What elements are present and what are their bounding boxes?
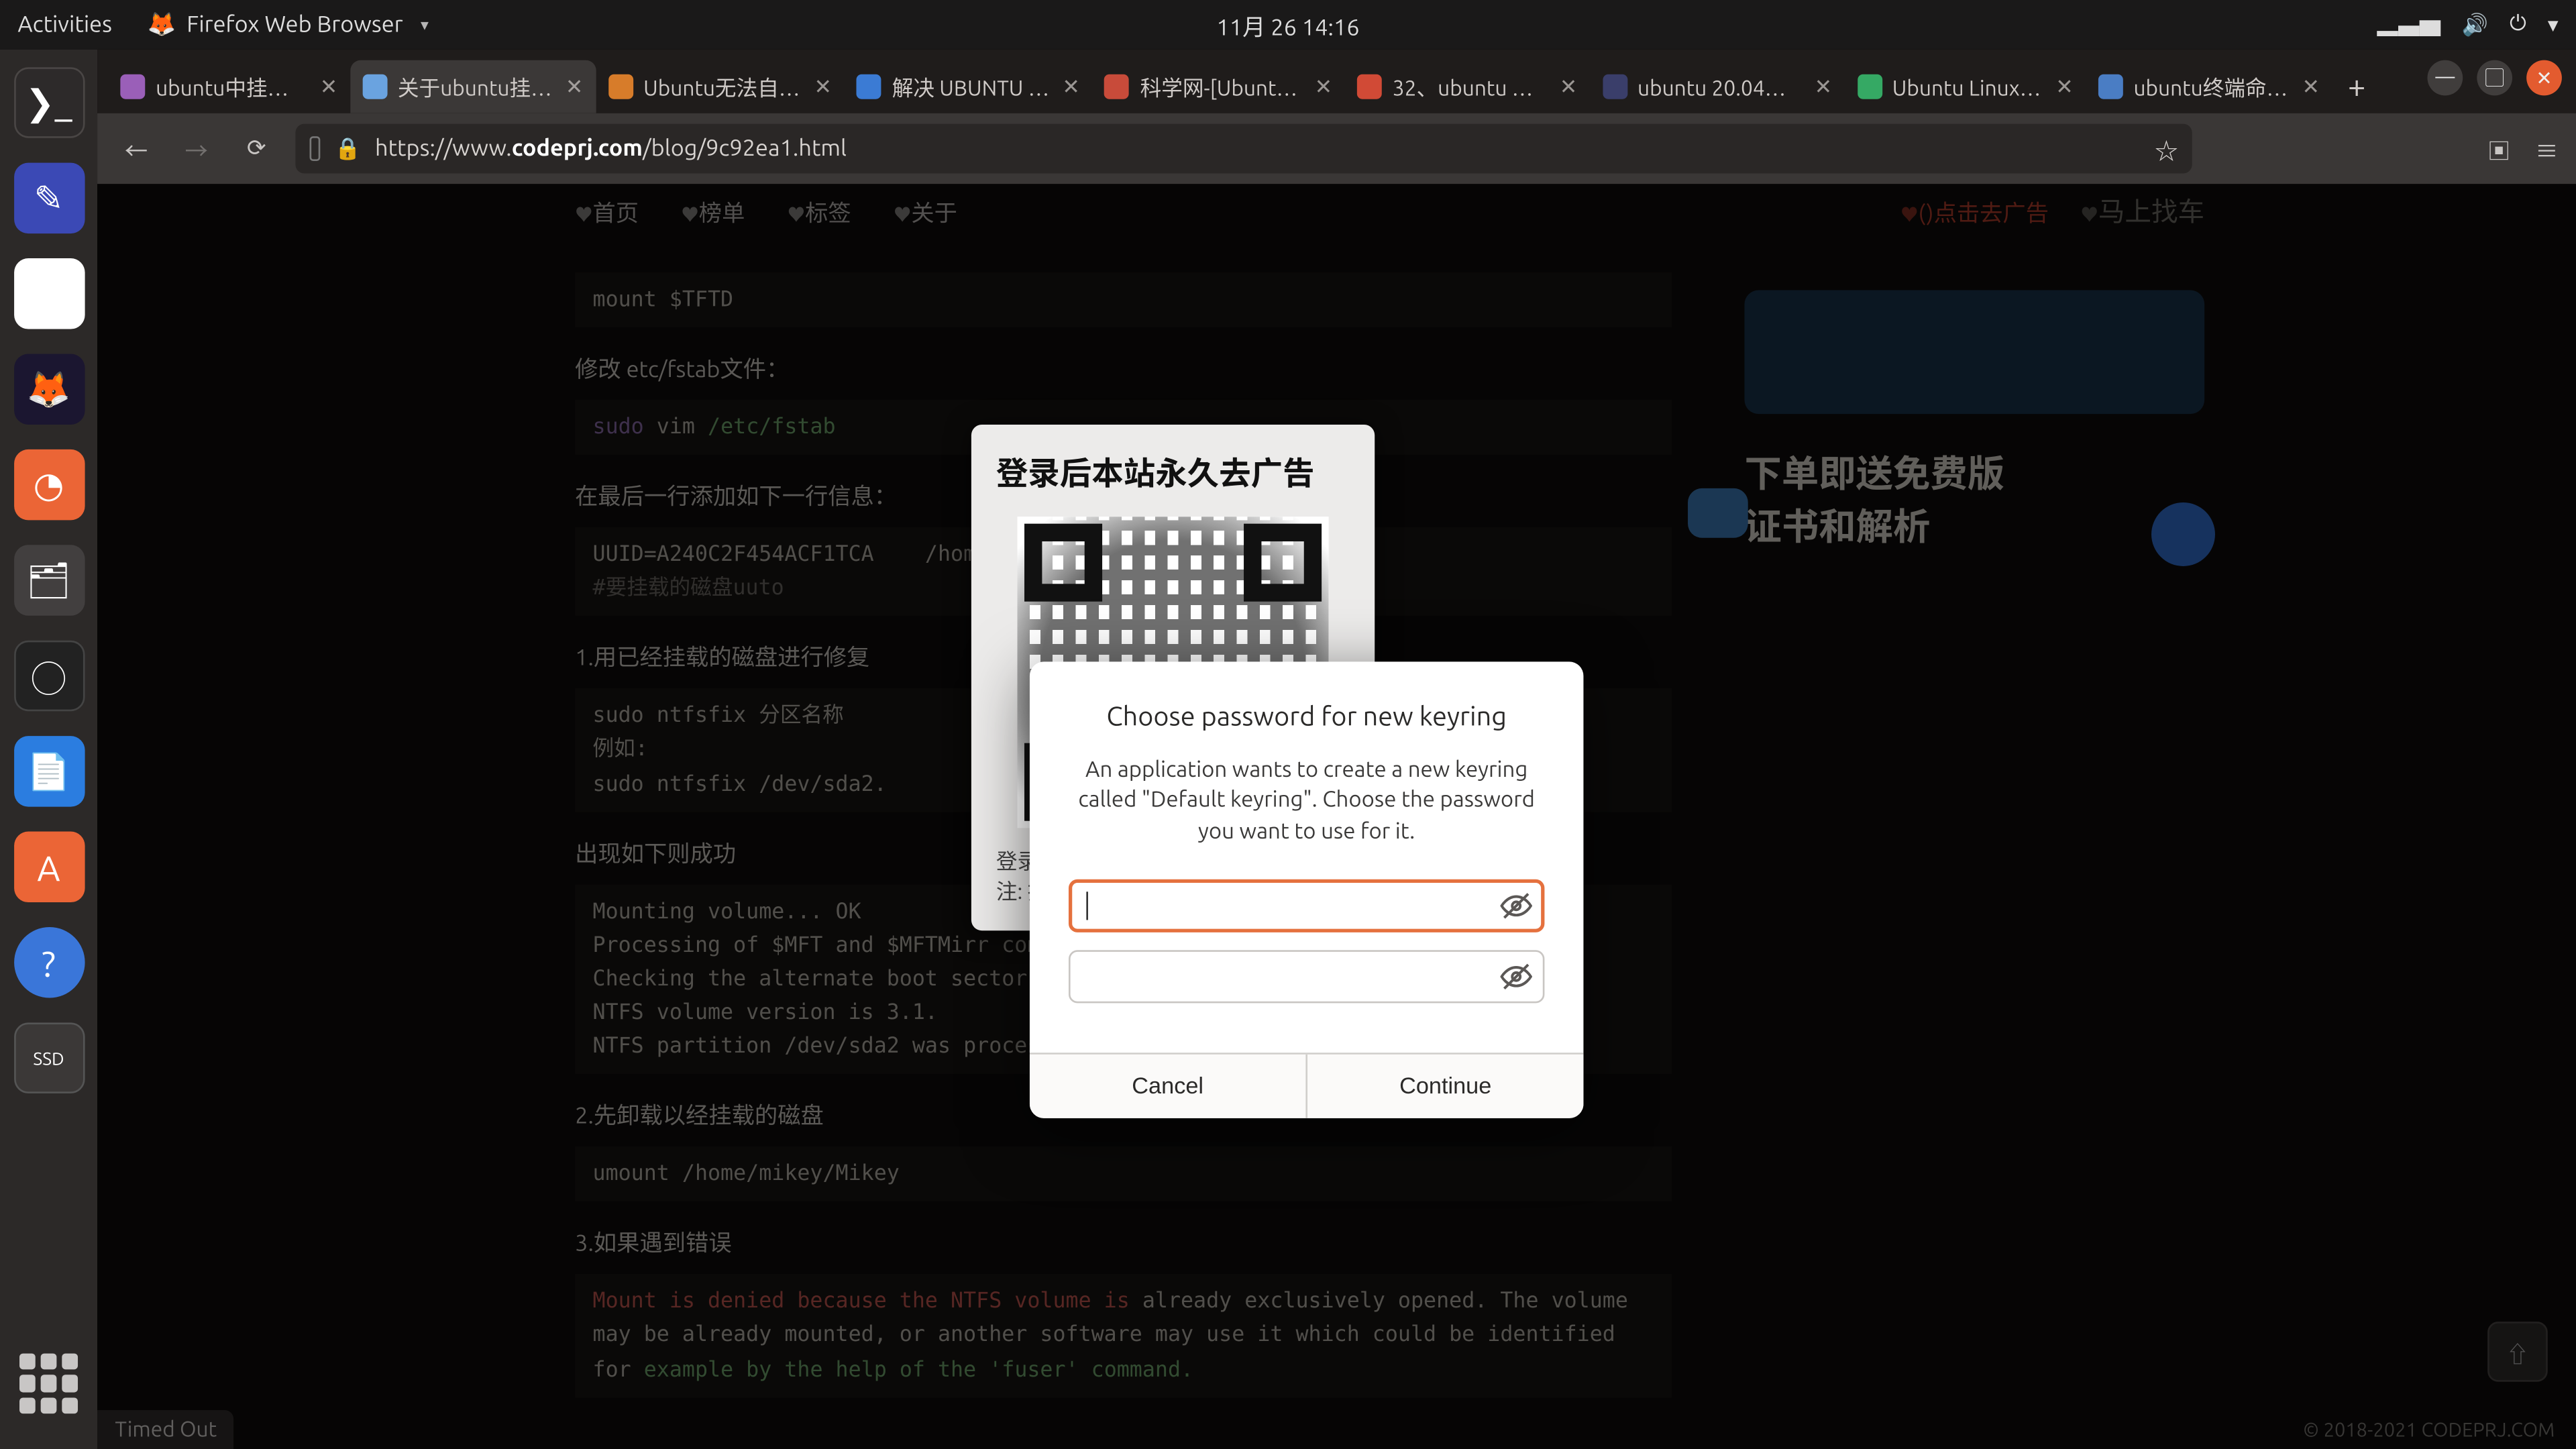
appmenu-firefox[interactable]: 🦊 Firefox Web Browser xyxy=(148,11,429,38)
favicon-icon xyxy=(120,74,145,99)
browser-tab[interactable]: 关于ubuntu挂载nt ✕ xyxy=(350,60,596,113)
cancel-button[interactable]: Cancel xyxy=(1030,1054,1305,1118)
dock-software-icon[interactable]: A xyxy=(13,832,84,902)
text-caret xyxy=(1086,892,1088,920)
tab-label: 关于ubuntu挂载nt xyxy=(398,72,555,102)
browser-tab[interactable]: ubuntu终端命令如 ✕ xyxy=(2086,60,2332,113)
eye-off-icon[interactable] xyxy=(1499,959,1534,994)
browser-tab[interactable]: 解决 UBUNTU 16.0 ✕ xyxy=(845,60,1093,113)
activities-button[interactable]: Activities xyxy=(17,12,112,37)
browser-tab[interactable]: ubuntu 20.04挂载 E ✕ xyxy=(1590,60,1845,113)
continue-button[interactable]: Continue xyxy=(1305,1054,1583,1118)
power-icon: ⏻ xyxy=(2510,12,2526,37)
window-maximize-button[interactable]: ▢ xyxy=(2477,60,2512,96)
nav-back-button[interactable]: ← xyxy=(115,127,157,170)
dialog-description: An application wants to create a new key… xyxy=(1069,755,1544,847)
favicon-icon xyxy=(362,74,387,99)
firefox-icon: 🦊 xyxy=(148,11,176,38)
dock-libreoffice-icon[interactable]: 📄 xyxy=(13,736,84,806)
favicon-icon xyxy=(2098,74,2123,99)
tab-label: ubuntu中挂载ntfs xyxy=(156,72,309,102)
dock-ubuntusoftware-icon[interactable]: ◔ xyxy=(13,449,84,520)
tab-strip: ubuntu中挂载ntfs ✕ 关于ubuntu挂载nt ✕ Ubuntu无法自动挂… xyxy=(97,50,2576,113)
dialog-actions: Cancel Continue xyxy=(1030,1053,1583,1118)
pocket-icon[interactable]: ▣ xyxy=(2487,131,2510,165)
tracking-shield-icon[interactable] xyxy=(310,136,321,161)
appmenu-label: Firefox Web Browser xyxy=(186,12,402,37)
gnome-topbar: Activities 🦊 Firefox Web Browser 11月 26 … xyxy=(0,0,2576,50)
dock-files-icon[interactable]: 🗂 xyxy=(13,545,84,615)
nav-forward-button[interactable]: → xyxy=(175,127,217,170)
tab-close-icon[interactable]: ✕ xyxy=(1315,74,1333,99)
password-input[interactable] xyxy=(1069,879,1544,932)
password-confirm-input[interactable] xyxy=(1069,950,1544,1003)
favicon-icon xyxy=(1602,74,1627,99)
toolbar: ← → ⟳ 🔒 https://www.codeprj.com/blog/9c9… xyxy=(97,113,2576,184)
password-field-row xyxy=(1069,879,1544,932)
eye-off-icon[interactable] xyxy=(1499,888,1534,923)
tab-label: Ubuntu无法自动挂 xyxy=(643,72,804,102)
favicon-icon xyxy=(857,74,881,99)
hamburger-menu-icon[interactable]: ≡ xyxy=(2535,131,2558,165)
browser-tab[interactable]: Ubuntu Linux下安 ✕ xyxy=(1845,60,2086,113)
page-content: 首页 榜单 标签 关于 ()点击去广告 马上找车 mount $TFTD 修改 … xyxy=(97,184,2576,1449)
browser-tab[interactable]: 32、ubuntu 挂载n ✕ xyxy=(1345,60,1590,113)
volume-icon: 🔊 xyxy=(2462,12,2488,37)
dock-rhythmbox-icon[interactable]: ◯ xyxy=(13,641,84,711)
tab-close-icon[interactable]: ✕ xyxy=(1062,74,1080,99)
address-text: https://www.codeprj.com/blog/9c92ea1.htm… xyxy=(375,136,2141,161)
tab-label: Ubuntu Linux下安 xyxy=(1892,72,2045,102)
clock[interactable]: 11月 26 14:16 xyxy=(1216,8,1359,42)
favicon-icon xyxy=(608,74,633,99)
tab-label: ubuntu 20.04挂载 E xyxy=(1638,72,1804,102)
password-confirm-row xyxy=(1069,950,1544,1003)
new-tab-button[interactable]: + xyxy=(2332,60,2381,113)
tab-close-icon[interactable]: ✕ xyxy=(1815,74,1833,99)
lock-icon[interactable]: 🔒 xyxy=(334,136,360,161)
tab-label: 科学网-[Ubuntu]NT xyxy=(1140,72,1304,102)
dock-texteditor-icon[interactable]: ✎ xyxy=(13,163,84,233)
show-applications-icon[interactable] xyxy=(19,1354,79,1414)
dialog-title: Choose password for new keyring xyxy=(1069,700,1544,731)
tab-label: 解决 UBUNTU 16.0 xyxy=(892,72,1052,102)
nav-reload-button[interactable]: ⟳ xyxy=(235,127,278,170)
window-close-button[interactable]: ✕ xyxy=(2526,60,2562,96)
tab-label: 32、ubuntu 挂载n xyxy=(1393,72,1549,102)
dock-terminal-icon[interactable]: ❯_ xyxy=(13,67,84,138)
tab-close-icon[interactable]: ✕ xyxy=(2055,74,2074,99)
dock-help-icon[interactable]: ? xyxy=(13,927,84,998)
tab-close-icon[interactable]: ✕ xyxy=(320,74,338,99)
browser-tab[interactable]: Ubuntu无法自动挂 ✕ xyxy=(596,60,845,113)
favicon-icon xyxy=(1857,74,1882,99)
chevron-down-icon: ▾ xyxy=(2548,12,2559,37)
window-minimize-button[interactable]: — xyxy=(2427,60,2463,96)
bookmark-star-icon[interactable]: ☆ xyxy=(2155,131,2178,165)
browser-tab[interactable]: 科学网-[Ubuntu]NT ✕ xyxy=(1092,60,1344,113)
favicon-icon xyxy=(1105,74,1130,99)
favicon-icon xyxy=(1357,74,1382,99)
window-controls: — ▢ ✕ xyxy=(2427,60,2561,96)
status-area[interactable]: ▂▄▆ 🔊 ⏻ ▾ xyxy=(2377,10,2558,40)
tab-close-icon[interactable]: ✕ xyxy=(566,74,584,99)
launcher-dock: ❯_ ✎ ◉ 🦊 ◔ 🗂 ◯ 📄 A ? SSD xyxy=(0,50,97,1449)
address-bar[interactable]: 🔒 https://www.codeprj.com/blog/9c92ea1.h… xyxy=(295,124,2192,174)
browser-tab[interactable]: ubuntu中挂载ntfs ✕ xyxy=(108,60,350,113)
dock-disk-icon[interactable]: SSD xyxy=(13,1022,84,1093)
tab-label: ubuntu终端命令如 xyxy=(2133,72,2291,102)
firefox-window: — ▢ ✕ ubuntu中挂载ntfs ✕ 关于ubuntu挂载nt ✕ Ubunt… xyxy=(97,50,2576,1449)
tab-close-icon[interactable]: ✕ xyxy=(1560,74,1578,99)
network-icon: ▂▄▆ xyxy=(2377,10,2440,40)
keyring-dialog: Choose password for new keyring An appli… xyxy=(1030,661,1583,1118)
login-popover-title: 登录后本站永久去广告 xyxy=(996,449,1350,496)
dock-firefox-icon[interactable]: 🦊 xyxy=(13,354,84,424)
tab-close-icon[interactable]: ✕ xyxy=(814,74,833,99)
tab-close-icon[interactable]: ✕ xyxy=(2302,74,2320,99)
dock-chrome-icon[interactable]: ◉ xyxy=(13,258,84,329)
